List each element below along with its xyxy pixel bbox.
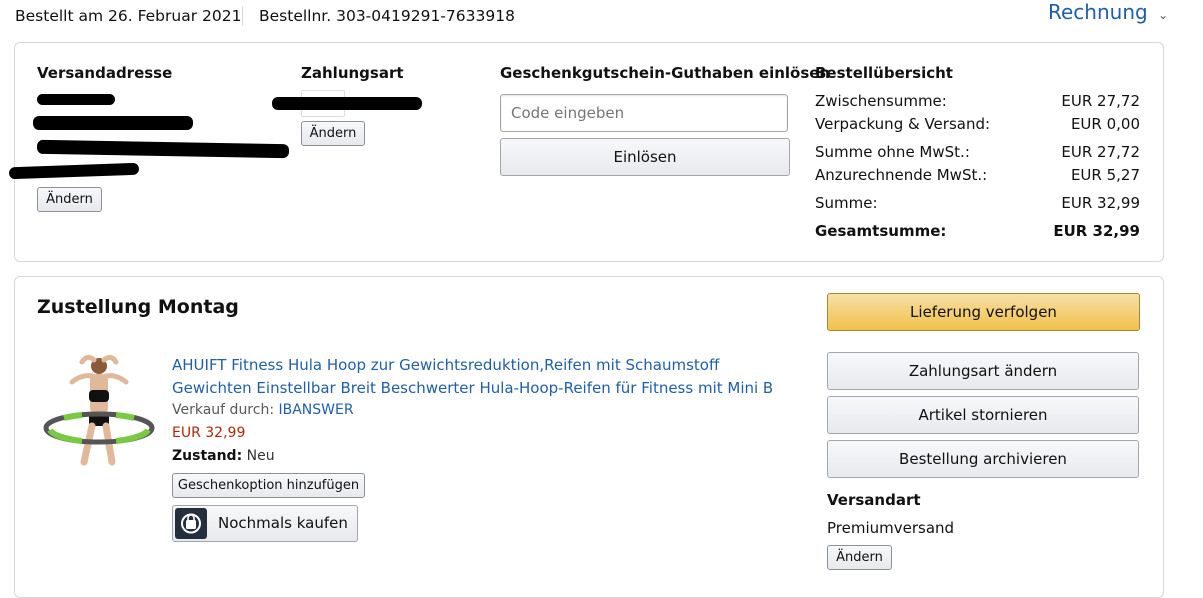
- condition-label: Zustand:: [172, 448, 243, 464]
- shipping-method-heading: Versandart: [827, 491, 921, 509]
- seller-prefix: Verkauf durch:: [172, 402, 275, 418]
- cancel-items-button[interactable]: Artikel stornieren: [827, 396, 1139, 434]
- summary-label: Summe ohne MwSt.:: [815, 143, 970, 161]
- change-address-button[interactable]: Ändern: [37, 187, 102, 212]
- product-image[interactable]: [42, 352, 157, 467]
- product-title-link[interactable]: AHUIFT Fitness Hula Hoop zur Gewichtsred…: [172, 354, 773, 400]
- condition-value: Neu: [246, 448, 275, 464]
- shipping-method-value: Premiumversand: [827, 519, 955, 537]
- redacted-payment: [272, 97, 422, 110]
- summary-value: EUR 27,72: [1061, 143, 1140, 161]
- summary-label: Gesamtsumme:: [815, 222, 947, 240]
- order-number: Bestellnr. 303-0419291-7633918: [259, 7, 515, 25]
- seller-link[interactable]: IBANSWER: [279, 402, 354, 418]
- condition-info: Zustand: Neu: [172, 448, 275, 464]
- chevron-down-icon: ⌄: [1158, 8, 1169, 22]
- redeem-button[interactable]: Einlösen: [500, 138, 790, 176]
- summary-label: Zwischensumme:: [815, 92, 947, 110]
- order-date: Bestellt am 26. Februar 2021: [15, 7, 242, 25]
- header-divider: [242, 6, 243, 26]
- track-delivery-button[interactable]: Lieferung verfolgen: [827, 293, 1140, 331]
- change-payment-method-button[interactable]: Zahlungsart ändern: [827, 352, 1139, 390]
- archive-order-button[interactable]: Bestellung archivieren: [827, 440, 1139, 478]
- buy-again-button[interactable]: Nochmals kaufen: [172, 505, 358, 542]
- summary-label: Anzurechnende MwSt.:: [815, 166, 988, 184]
- summary-value: EUR 5,27: [1070, 166, 1140, 184]
- summary-value: EUR 0,00: [1070, 115, 1140, 133]
- redacted-address-line: [37, 94, 115, 105]
- product-title-line: AHUIFT Fitness Hula Hoop zur Gewichtsred…: [172, 356, 720, 374]
- summary-label: Summe:: [815, 194, 878, 212]
- payment-heading: Zahlungsart: [301, 64, 404, 82]
- summary-value: EUR 32,99: [1061, 194, 1140, 212]
- seller-info: Verkauf durch: IBANSWER: [172, 402, 354, 418]
- order-summary-heading: Bestellübersicht: [815, 64, 953, 82]
- buy-again-icon: [175, 508, 207, 539]
- product-title-line: Gewichten Einstellbar Breit Beschwerter …: [172, 379, 774, 397]
- summary-label: Verpackung & Versand:: [815, 115, 991, 133]
- gift-code-input[interactable]: [500, 94, 788, 132]
- gift-card-heading: Geschenkgutschein-Guthaben einlösen: [500, 64, 831, 82]
- summary-value: EUR 27,72: [1061, 92, 1140, 110]
- invoice-label: Rechnung: [1048, 0, 1148, 24]
- shipping-address-heading: Versandadresse: [37, 64, 173, 82]
- gift-option-button[interactable]: Geschenkoption hinzufügen: [172, 473, 365, 498]
- buy-again-label: Nochmals kaufen: [218, 514, 348, 532]
- product-price: EUR 32,99: [172, 425, 246, 441]
- change-payment-button[interactable]: Ändern: [301, 121, 365, 146]
- invoice-dropdown[interactable]: Rechnung ⌄: [1048, 0, 1168, 24]
- delivery-heading: Zustellung Montag: [37, 296, 239, 318]
- summary-value: EUR 32,99: [1053, 222, 1140, 240]
- change-shipping-method-button[interactable]: Ändern: [827, 545, 892, 570]
- redacted-address-line: [33, 116, 193, 130]
